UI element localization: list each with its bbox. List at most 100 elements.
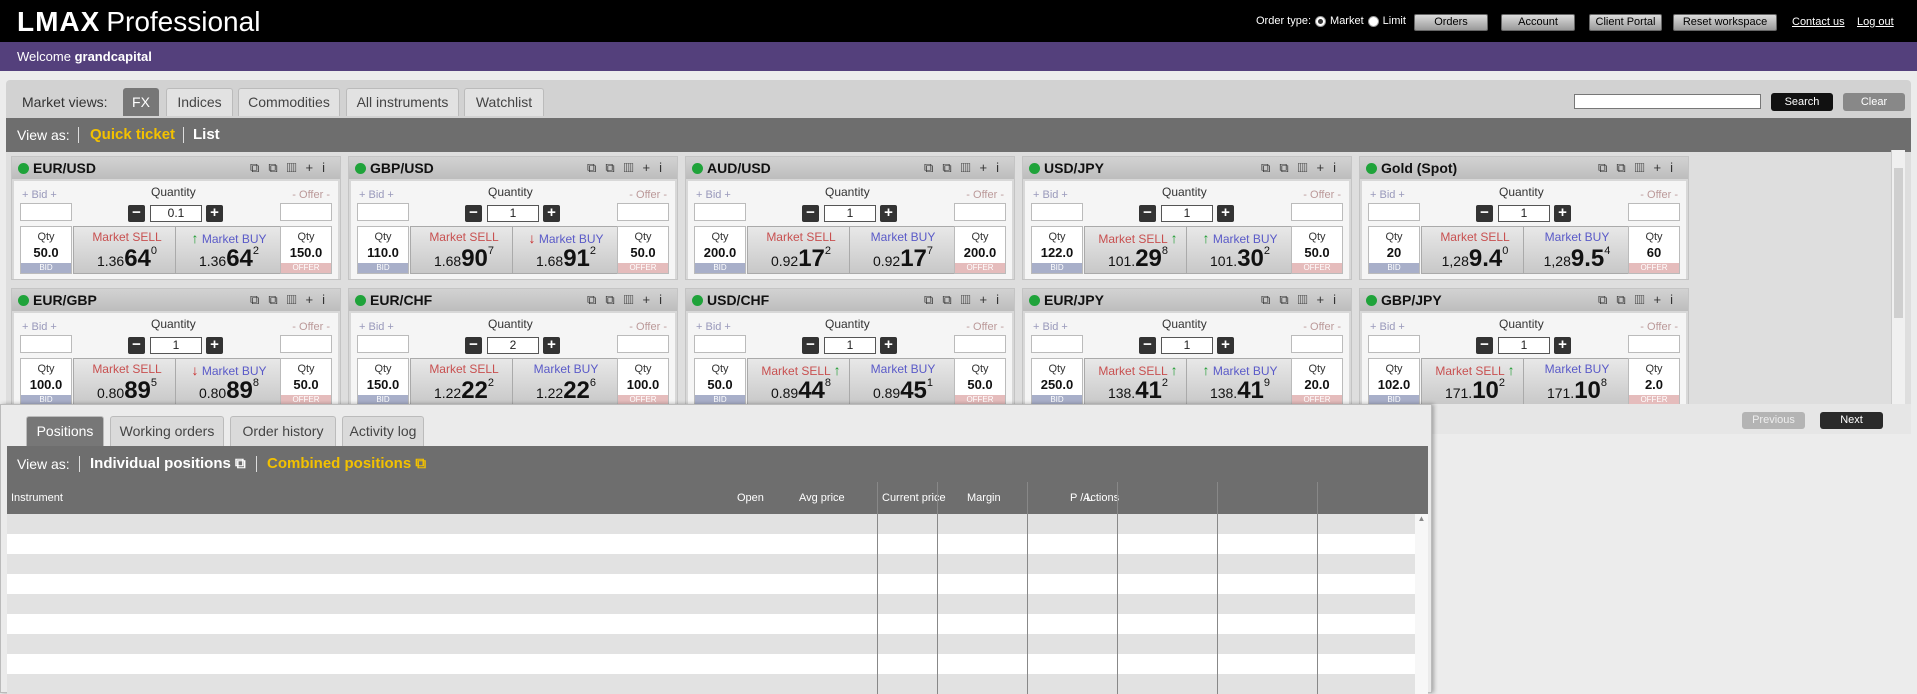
offer-limit-input[interactable]: [954, 335, 1006, 353]
detach-icon[interactable]: ⧉: [1616, 160, 1634, 175]
reset-workspace-button[interactable]: Reset workspace: [1673, 14, 1777, 31]
tab-positions[interactable]: Positions: [26, 416, 104, 446]
decrease-quantity-button[interactable]: −: [802, 337, 819, 354]
popout-icon[interactable]: ⧉: [1261, 292, 1279, 307]
quantity-input[interactable]: 1: [1498, 337, 1550, 354]
chart-icon[interactable]: ▥: [1635, 292, 1654, 307]
add-watchlist-icon[interactable]: +: [1654, 160, 1671, 175]
client-portal-button[interactable]: Client Portal: [1589, 14, 1662, 31]
quick-ticket-option[interactable]: Quick ticket: [90, 126, 175, 143]
market-buy-button[interactable]: ↑ Market BUY 1.36642: [175, 226, 283, 274]
bid-limit-input[interactable]: [1368, 335, 1420, 353]
tab-order-history[interactable]: Order history: [230, 416, 336, 446]
popout-icon[interactable]: ⧉: [250, 160, 268, 175]
info-icon[interactable]: i: [659, 160, 671, 175]
market-sell-button[interactable]: Market SELL 1,289.40: [1421, 226, 1529, 274]
bid-limit-input[interactable]: [20, 335, 72, 353]
individual-positions-option[interactable]: Individual positions ⧉: [90, 455, 246, 472]
chart-icon[interactable]: ▥: [624, 292, 643, 307]
add-watchlist-icon[interactable]: +: [980, 292, 997, 307]
tab-activity-log[interactable]: Activity log: [342, 416, 424, 446]
market-buy-button[interactable]: Market BUY 0.89451: [849, 358, 957, 404]
popout-icon[interactable]: ⧉: [1598, 160, 1616, 175]
popout-icon[interactable]: ⧉: [587, 160, 605, 175]
market-sell-button[interactable]: Market SELL 0.80895: [73, 358, 181, 404]
tab-working-orders[interactable]: Working orders: [110, 416, 224, 446]
clear-button[interactable]: Clear: [1843, 93, 1905, 111]
log-out-link[interactable]: Log out: [1857, 16, 1894, 28]
tab-fx[interactable]: FX: [123, 88, 159, 116]
increase-quantity-button[interactable]: +: [543, 205, 560, 222]
decrease-quantity-button[interactable]: −: [128, 205, 145, 222]
bid-limit-input[interactable]: [1368, 203, 1420, 221]
tab-watchlist[interactable]: Watchlist: [464, 88, 544, 116]
decrease-quantity-button[interactable]: −: [1476, 205, 1493, 222]
detach-icon[interactable]: ⧉: [1616, 292, 1634, 307]
add-watchlist-icon[interactable]: +: [643, 160, 660, 175]
scrollbar-thumb[interactable]: [1894, 168, 1903, 318]
increase-quantity-button[interactable]: +: [1554, 337, 1571, 354]
add-watchlist-icon[interactable]: +: [306, 160, 323, 175]
popout-icon[interactable]: ⧉: [924, 292, 942, 307]
market-sell-button[interactable]: Market SELL 1.36640: [73, 226, 181, 274]
info-icon[interactable]: i: [322, 160, 334, 175]
add-watchlist-icon[interactable]: +: [1654, 292, 1671, 307]
info-icon[interactable]: i: [996, 160, 1008, 175]
detach-icon[interactable]: ⧉: [942, 292, 960, 307]
offer-limit-input[interactable]: [1628, 335, 1680, 353]
decrease-quantity-button[interactable]: −: [1139, 205, 1156, 222]
quantity-input[interactable]: 2: [487, 337, 539, 354]
add-watchlist-icon[interactable]: +: [1317, 292, 1334, 307]
detach-icon[interactable]: ⧉: [268, 292, 286, 307]
popout-icon[interactable]: ⧉: [924, 160, 942, 175]
increase-quantity-button[interactable]: +: [880, 205, 897, 222]
decrease-quantity-button[interactable]: −: [465, 337, 482, 354]
info-icon[interactable]: i: [322, 292, 334, 307]
offer-limit-input[interactable]: [617, 203, 669, 221]
offer-limit-input[interactable]: [280, 203, 332, 221]
orders-button[interactable]: Orders: [1414, 14, 1488, 31]
market-sell-button[interactable]: Market SELL ↑ 138.412: [1084, 358, 1192, 404]
limit-radio[interactable]: [1367, 15, 1379, 27]
quantity-input[interactable]: 1: [1498, 205, 1550, 222]
col-instrument[interactable]: Instrument: [11, 492, 63, 504]
popout-icon[interactable]: ⧉: [250, 292, 268, 307]
popout-icon[interactable]: ⧉: [1598, 292, 1616, 307]
chart-icon[interactable]: ▥: [1298, 292, 1317, 307]
tab-commodities[interactable]: Commodities: [238, 88, 340, 116]
market-sell-button[interactable]: Market SELL 1.22222: [410, 358, 518, 404]
info-icon[interactable]: i: [1333, 292, 1345, 307]
detach-icon[interactable]: ⧉: [268, 160, 286, 175]
detach-icon[interactable]: ⧉: [605, 292, 623, 307]
offer-limit-input[interactable]: [1291, 203, 1343, 221]
market-sell-button[interactable]: Market SELL ↑ 101.298: [1084, 226, 1192, 274]
bid-limit-input[interactable]: [694, 203, 746, 221]
chart-icon[interactable]: ▥: [287, 160, 306, 175]
quantity-input[interactable]: 1: [824, 337, 876, 354]
market-buy-button[interactable]: ↑ Market BUY 138.419: [1186, 358, 1294, 404]
add-watchlist-icon[interactable]: +: [980, 160, 997, 175]
bid-limit-input[interactable]: [694, 335, 746, 353]
bid-limit-input[interactable]: [20, 203, 72, 221]
decrease-quantity-button[interactable]: −: [802, 205, 819, 222]
market-sell-button[interactable]: Market SELL ↑ 0.89448: [747, 358, 855, 404]
chart-icon[interactable]: ▥: [287, 292, 306, 307]
chart-icon[interactable]: ▥: [961, 292, 980, 307]
bid-limit-input[interactable]: [1031, 335, 1083, 353]
market-radio[interactable]: [1315, 15, 1327, 27]
chart-icon[interactable]: ▥: [624, 160, 643, 175]
quantity-input[interactable]: 1: [824, 205, 876, 222]
col-avg-price[interactable]: Avg price: [799, 492, 845, 504]
col-open[interactable]: Open: [737, 492, 764, 504]
increase-quantity-button[interactable]: +: [206, 337, 223, 354]
info-icon[interactable]: i: [1670, 292, 1682, 307]
market-buy-button[interactable]: ↓ Market BUY 1.68912: [512, 226, 620, 274]
market-buy-button[interactable]: ↓ Market BUY 0.80898: [175, 358, 283, 404]
offer-limit-input[interactable]: [1291, 335, 1343, 353]
market-sell-button[interactable]: Market SELL 1.68907: [410, 226, 518, 274]
quantity-input[interactable]: 1: [1161, 205, 1213, 222]
tab-all-instruments[interactable]: All instruments: [346, 88, 459, 116]
offer-limit-input[interactable]: [954, 203, 1006, 221]
detach-icon[interactable]: ⧉: [942, 160, 960, 175]
decrease-quantity-button[interactable]: −: [1139, 337, 1156, 354]
